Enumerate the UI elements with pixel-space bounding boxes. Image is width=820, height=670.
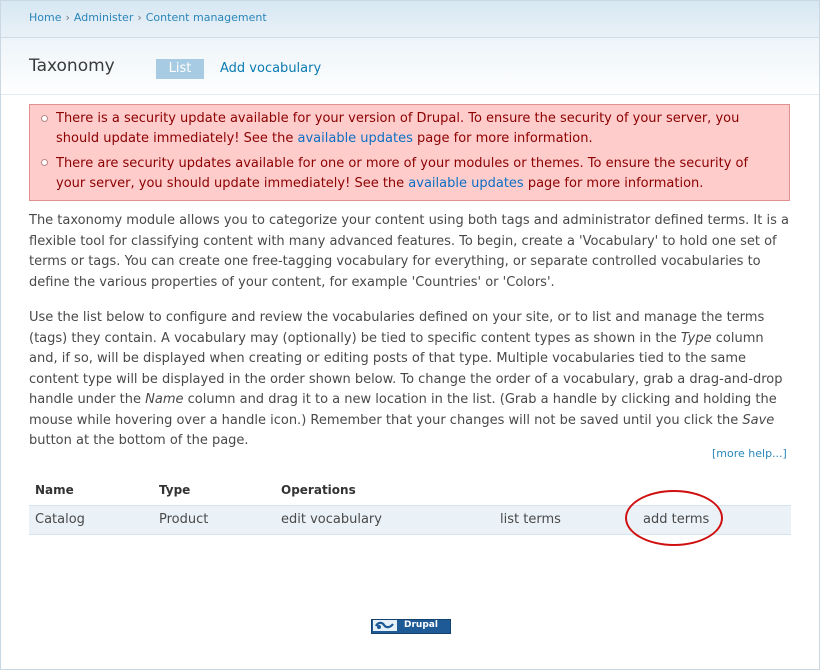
help-text: button at the bottom of the page. <box>29 433 249 448</box>
bullet-icon <box>41 159 48 166</box>
help-emphasis-save: Save <box>742 412 775 428</box>
help-emphasis-name: Name <box>145 392 184 407</box>
header-bar <box>1 38 819 95</box>
help-paragraph-2: Use the list below to configure and revi… <box>29 308 791 452</box>
help-emphasis-type: Type <box>680 330 712 346</box>
message-text: page for more information. <box>523 176 704 191</box>
edit-vocabulary-link[interactable]: edit vocabulary <box>281 512 382 527</box>
column-header-operations: Operations <box>281 483 356 497</box>
help-text: Use the list below to configure and revi… <box>29 310 765 346</box>
vocabulary-name: Catalog <box>35 512 85 527</box>
help-paragraph-1: The taxonomy module allows you to catego… <box>29 213 789 290</box>
drupal-badge-label: Drupal <box>404 620 438 630</box>
more-help-link[interactable]: [more help...] <box>712 447 787 460</box>
column-header-name: Name <box>35 483 74 497</box>
available-updates-link[interactable]: available updates <box>408 176 523 191</box>
bullet-icon <box>41 115 48 122</box>
message-text: page for more information. <box>412 131 593 146</box>
breadcrumb-separator: › <box>65 11 70 24</box>
error-messages: There is a security update available for… <box>29 104 790 201</box>
breadcrumb-home[interactable]: Home <box>29 11 61 24</box>
column-header-type: Type <box>159 483 191 497</box>
available-updates-link[interactable]: available updates <box>298 131 413 146</box>
security-message-modules: There are security updates available for… <box>56 154 776 194</box>
breadcrumb: Home › Administer › Content management <box>29 11 267 24</box>
breadcrumb-content-management[interactable]: Content management <box>146 11 267 24</box>
tab-list[interactable]: List <box>156 59 204 79</box>
tab-add-vocabulary[interactable]: Add vocabulary <box>220 61 321 76</box>
breadcrumb-separator: › <box>137 11 142 24</box>
vocabulary-type: Product <box>159 512 209 527</box>
drupal-drop-icon <box>373 620 397 631</box>
list-terms-link[interactable]: list terms <box>500 512 561 527</box>
annotation-circle <box>625 490 723 546</box>
security-message-core: There is a security update available for… <box>56 109 776 149</box>
page-title: Taxonomy <box>29 56 115 76</box>
breadcrumb-administer[interactable]: Administer <box>74 11 133 24</box>
